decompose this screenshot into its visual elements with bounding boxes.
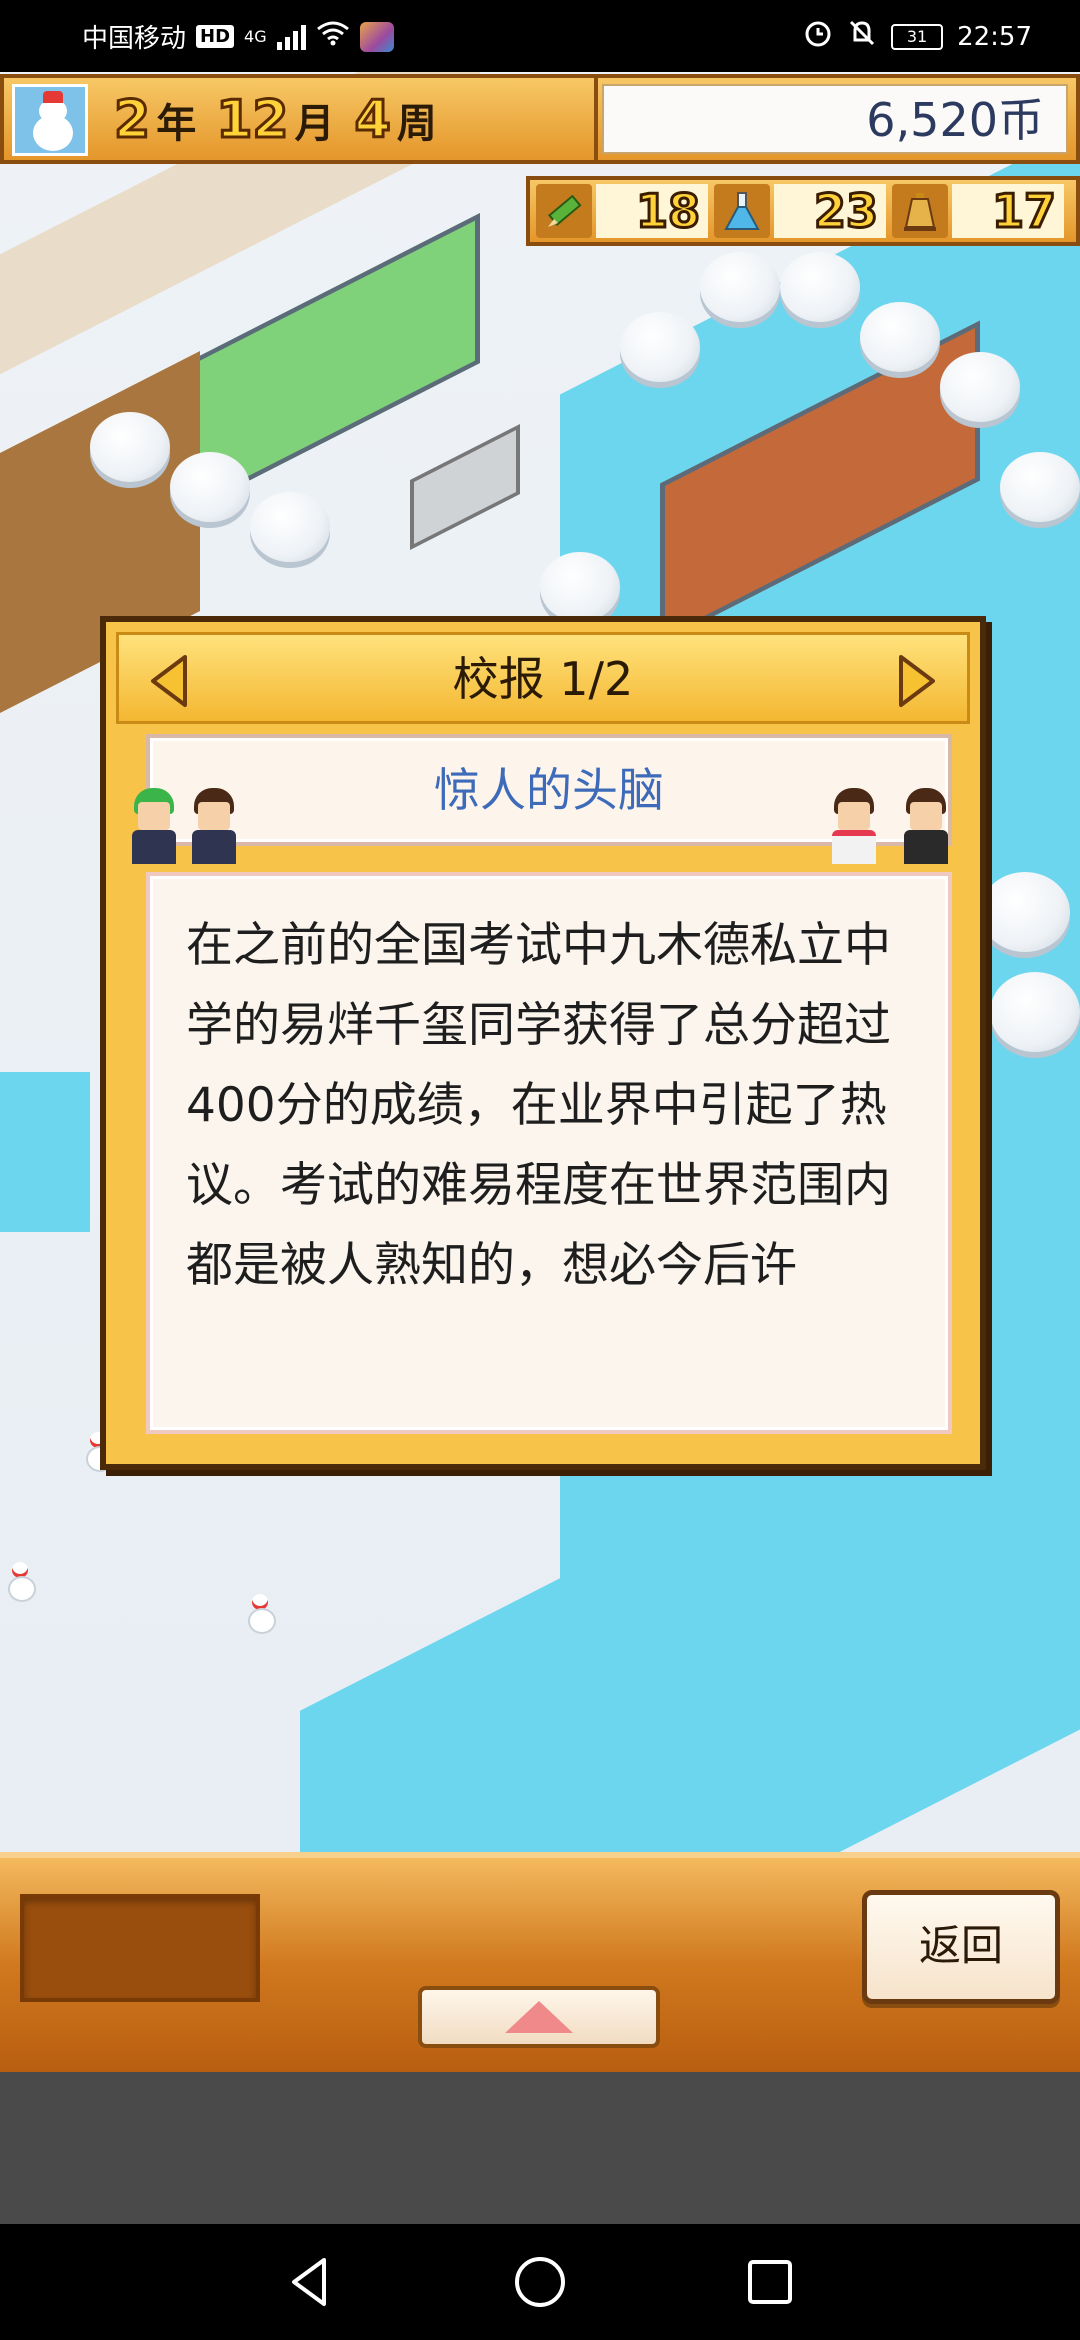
stat-bell-value: 17: [952, 183, 1064, 240]
month-value: 12: [215, 89, 290, 152]
year-unit: 年: [156, 101, 197, 147]
shed[interactable]: [410, 423, 520, 551]
game-date: 2 年 12 月 4 周: [112, 89, 451, 152]
student-avatar: [828, 788, 880, 864]
money-display: 6,520币: [602, 84, 1068, 154]
snow-tree: [780, 252, 860, 322]
snow-tree: [940, 352, 1020, 422]
snow-tree: [980, 872, 1070, 952]
wifi-icon: [316, 20, 350, 53]
student-characters-left: [124, 788, 274, 868]
student-avatar: [900, 788, 952, 864]
stat-pencil: 18: [536, 183, 708, 240]
date-panel: 2 年 12 月 4 周: [0, 74, 598, 164]
money-panel: 6,520币: [598, 74, 1080, 164]
bottom-panel: 返回: [0, 1852, 1080, 2072]
up-arrow-icon: [505, 2001, 573, 2033]
snow-tree: [700, 252, 780, 322]
article-body: 在之前的全国考试中九木德私立中学的易烊千玺同学获得了总分超过400分的成绩，在业…: [186, 918, 891, 1293]
clock: 22:57: [957, 21, 1032, 52]
student-avatar: [188, 788, 240, 864]
mute-icon: [847, 18, 877, 55]
next-page-button[interactable]: [891, 653, 941, 709]
water-area-left: [0, 1072, 90, 1232]
month-unit: 月: [294, 101, 335, 147]
year-value: 2: [112, 89, 151, 152]
hd-icon: HD: [196, 25, 235, 48]
flask-icon: [714, 184, 770, 238]
snowman: [248, 1594, 276, 1634]
dialog-title: 校报 1/2: [452, 652, 634, 706]
snow-tree: [990, 972, 1080, 1052]
snow-tree: [620, 312, 700, 382]
snow-tree: [90, 412, 170, 482]
carrier-label: 中国移动: [82, 24, 187, 54]
snow-tree: [540, 552, 620, 622]
stat-pencil-value: 18: [596, 183, 708, 240]
pencil-icon: [536, 184, 592, 238]
dialog-header: 校报 1/2: [116, 632, 970, 724]
school-news-dialog: 校报 1/2 惊人的头脑 在之前的全国考试中九木德私立中学的易烊千玺同学获得了总…: [100, 616, 986, 1470]
battery-icon: 31: [891, 23, 944, 50]
week-unit: 周: [396, 101, 437, 147]
app-notification-icon: [359, 21, 394, 52]
empty-slot: [20, 1894, 260, 2002]
news-article[interactable]: 在之前的全国考试中九木德私立中学的易烊千玺同学获得了总分超过400分的成绩，在业…: [146, 872, 952, 1434]
network-label: 4G: [244, 27, 267, 46]
week-value: 4: [353, 89, 392, 152]
student-avatar: [128, 788, 180, 864]
expand-up-button[interactable]: [418, 1986, 660, 2048]
stat-flask-value: 23: [774, 183, 886, 240]
navigation-bar: [0, 2224, 1080, 2340]
nav-home-icon[interactable]: [510, 2252, 570, 2312]
snow-tree: [250, 492, 330, 562]
stat-bell: 17: [892, 183, 1064, 240]
bell-icon: [892, 184, 948, 238]
snow-tree: [170, 452, 250, 522]
gray-band: [0, 2072, 1080, 2224]
nav-recent-icon[interactable]: [740, 2252, 800, 2312]
student-characters-right: [828, 788, 968, 868]
signal-icon: [276, 24, 306, 50]
snowman: [8, 1562, 36, 1602]
status-bar: 中国移动 HD 4G 31 22:57: [0, 0, 1080, 72]
snowman-season-icon: [12, 84, 88, 156]
nav-back-icon[interactable]: [280, 2252, 340, 2312]
stats-bar: 18 23 17: [526, 176, 1080, 246]
snow-tree: [860, 302, 940, 372]
back-button[interactable]: 返回: [862, 1890, 1060, 2004]
alarm-icon: [803, 18, 833, 55]
stat-flask: 23: [714, 183, 886, 240]
snow-tree: [1000, 452, 1080, 522]
